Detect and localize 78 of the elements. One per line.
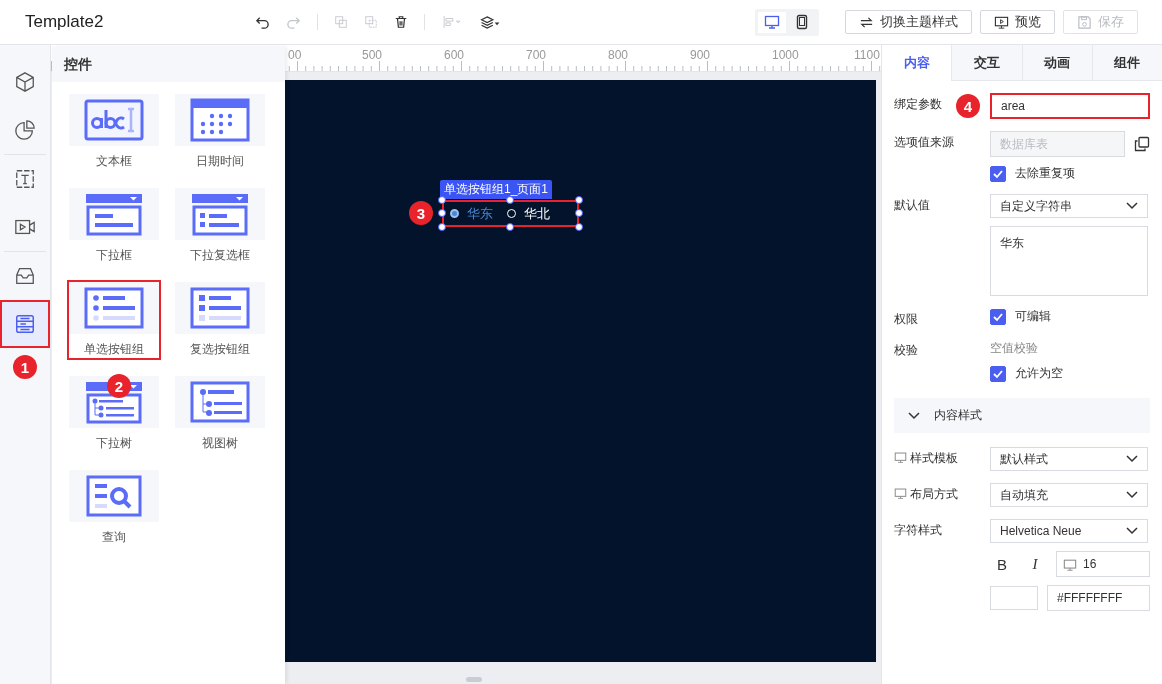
property-label: 选项值来源 xyxy=(894,134,954,150)
italic-button[interactable]: I xyxy=(1023,552,1047,576)
dropdown-tree-icon xyxy=(83,380,145,424)
save-icon xyxy=(1077,14,1092,30)
resize-handle[interactable] xyxy=(506,196,514,204)
ruler-label: 900 xyxy=(690,48,711,62)
checkbox[interactable]: 可编辑 xyxy=(990,308,1051,325)
text-icon xyxy=(14,168,36,190)
step-marker: 3 xyxy=(409,201,433,225)
parameter-field[interactable]: area xyxy=(990,93,1150,119)
checkbox-icon xyxy=(189,286,251,330)
textbox-icon xyxy=(83,98,145,142)
panel-tab[interactable]: 动画 xyxy=(1021,45,1092,81)
panel-tab[interactable]: 组件 xyxy=(1091,45,1162,81)
resize-handle[interactable] xyxy=(506,223,514,231)
property-label: 默认值 xyxy=(894,197,930,213)
ruler-label: 600 xyxy=(444,48,465,62)
ruler-label: 1000 xyxy=(772,48,799,62)
widget-tag: 单选按钮组1_页面1 xyxy=(440,180,553,199)
default-value-select[interactable]: 自定义字符串 xyxy=(990,194,1148,218)
pie-chart-icon xyxy=(14,119,36,141)
tree-icon xyxy=(189,380,251,424)
chevron-down-icon xyxy=(1126,455,1138,463)
validation-note: 空值校验 xyxy=(990,340,1039,357)
desktop-view-button[interactable] xyxy=(758,11,786,33)
property-label: 字符样式 xyxy=(894,522,942,538)
ruler-label: 00 xyxy=(288,48,302,62)
template-title: Template2 xyxy=(25,12,105,32)
preview-button[interactable]: 预览 xyxy=(980,10,1055,34)
inbox-icon xyxy=(14,265,36,287)
property-label: 布局方式 xyxy=(910,486,958,502)
color-swatch[interactable] xyxy=(990,586,1038,610)
radio-icon xyxy=(83,286,145,330)
phone-icon xyxy=(794,14,810,30)
panel-title: 控件 xyxy=(52,47,285,82)
monitor-icon xyxy=(1063,557,1077,572)
chevron-down-icon xyxy=(1126,202,1138,210)
monitor-icon xyxy=(894,487,907,500)
checkbox[interactable]: 允许为空 xyxy=(990,365,1063,382)
property-label: 样式模板 xyxy=(910,450,958,466)
property-label: 权限 xyxy=(894,311,918,327)
style-select[interactable]: Helvetica Neue xyxy=(990,519,1148,543)
style-select[interactable]: 自动填充 xyxy=(990,483,1148,507)
panel-tab[interactable]: 交互 xyxy=(951,45,1022,81)
theme-button[interactable]: 切换主题样式 xyxy=(845,10,972,34)
datetime-icon xyxy=(189,98,251,142)
chevron-down-icon xyxy=(1126,491,1138,499)
section-header[interactable]: 内容样式 xyxy=(894,398,1150,433)
cube-icon xyxy=(14,71,36,93)
font-size-field[interactable]: 16 xyxy=(1056,551,1150,577)
radio-option[interactable]: 华北 xyxy=(507,204,550,223)
ruler-label: 700 xyxy=(526,48,547,62)
dropdown-check-icon xyxy=(189,192,251,236)
layers-button[interactable] xyxy=(479,14,501,30)
property-label: 绑定参数 xyxy=(894,96,942,112)
property-label: 校验 xyxy=(894,342,918,358)
copy-icon[interactable] xyxy=(1134,136,1150,152)
form-icon xyxy=(14,313,36,335)
checkbox[interactable]: 去除重复项 xyxy=(990,165,1075,182)
monitor-icon xyxy=(894,451,907,464)
form-tool-button[interactable] xyxy=(0,300,50,348)
step-marker: 1 xyxy=(13,355,37,379)
chevron-down-icon xyxy=(1126,527,1138,535)
step-marker: 4 xyxy=(956,94,980,118)
radio-option[interactable]: 华东 xyxy=(450,204,493,223)
default-value-textarea[interactable]: 华东 xyxy=(990,226,1148,296)
monitor-icon xyxy=(994,14,1009,30)
style-select[interactable]: 默认样式 xyxy=(990,447,1148,471)
monitor-icon xyxy=(764,14,780,30)
ruler-label: 800 xyxy=(608,48,629,62)
ruler-label: 500 xyxy=(362,48,383,62)
bold-button[interactable]: B xyxy=(990,552,1014,576)
color-field[interactable]: #FFFFFFFF xyxy=(1047,585,1150,611)
dropdown-icon xyxy=(83,192,145,236)
chevron-down-icon xyxy=(908,411,920,420)
delete-button[interactable] xyxy=(394,15,408,29)
scrollbar-thumb[interactable] xyxy=(466,677,482,682)
ruler-label: 1100 xyxy=(854,48,880,62)
